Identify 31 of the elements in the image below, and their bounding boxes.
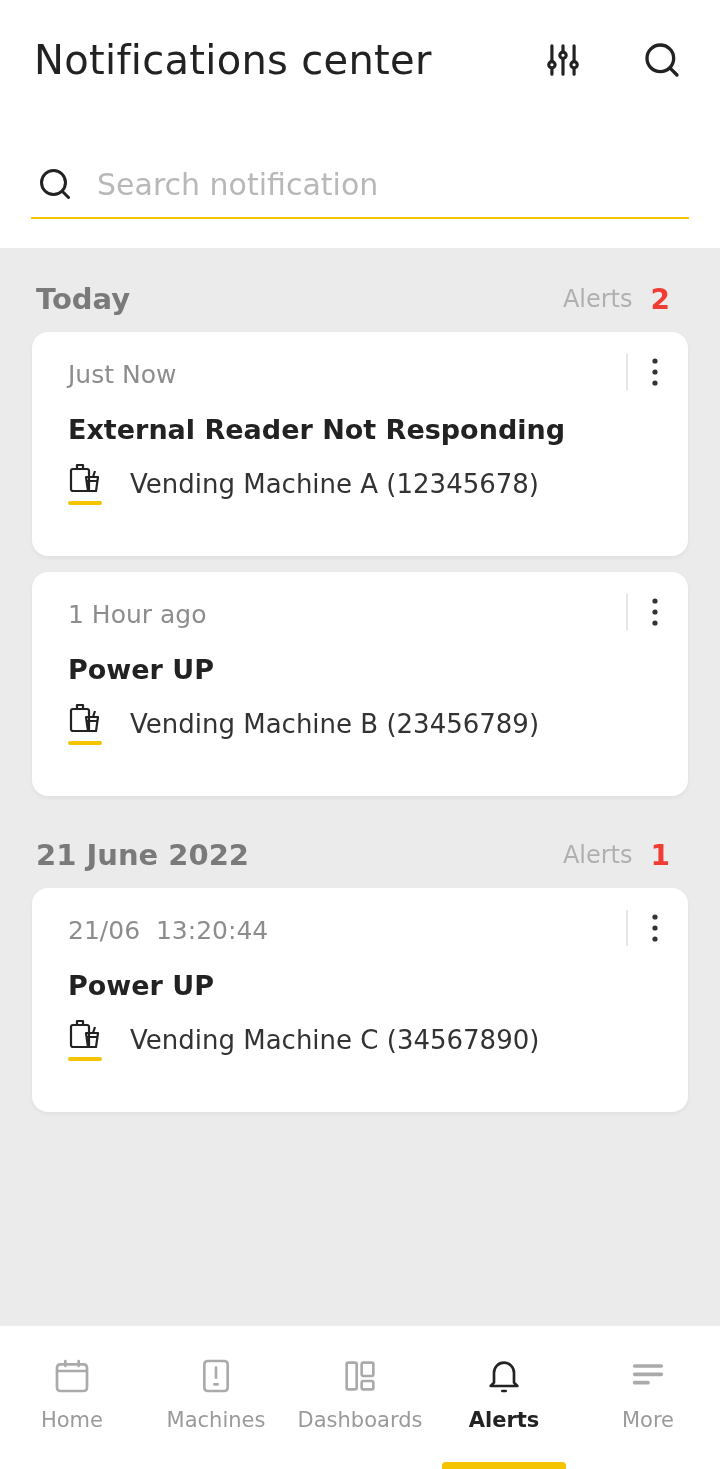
machine-underline bbox=[68, 741, 102, 745]
machine-underline bbox=[68, 501, 102, 505]
alerts-label: Alerts bbox=[562, 285, 633, 313]
notification-card[interactable]: 21/06 13:20:44 Power UP Vending Machine C (34567890) bbox=[32, 888, 688, 1112]
vending-icon bbox=[69, 703, 101, 733]
group-title: 21 June 2022 bbox=[36, 838, 250, 872]
notification-time: 1 Hour ago bbox=[68, 600, 207, 631]
nav-tab[interactable]: Alerts bbox=[432, 1356, 576, 1469]
notification-title: Power UP bbox=[68, 654, 216, 685]
alerts-label: Alerts bbox=[562, 841, 633, 869]
notification-time: Just Now bbox=[68, 360, 177, 391]
more-vertical-icon bbox=[652, 914, 658, 942]
alert-count: 2 bbox=[650, 282, 670, 316]
machine-name: Vending Machine A (12345678) bbox=[130, 469, 539, 499]
machine-name: Vending Machine C (34567890) bbox=[130, 1025, 540, 1055]
vending-icon bbox=[69, 1019, 101, 1049]
notification-title: Power UP bbox=[68, 970, 216, 1001]
alert-count: 1 bbox=[650, 838, 670, 872]
notification-time: 21/06 13:20:44 bbox=[68, 916, 269, 947]
more-vertical-icon bbox=[652, 598, 658, 626]
notification-title: External Reader Not Responding bbox=[68, 414, 567, 445]
search-icon bbox=[37, 166, 73, 202]
machine-name: Vending Machine B (23456789) bbox=[130, 709, 540, 739]
notification-card[interactable]: Just Now External Reader Not Responding Vending Machine A (12345678) bbox=[32, 332, 688, 556]
vending-icon bbox=[69, 463, 101, 493]
page-title: Notifications center bbox=[34, 36, 433, 83]
search-field[interactable]: Search notification bbox=[95, 165, 689, 203]
notification-card[interactable]: 1 Hour ago Power UP Vending Machine B (23456789) bbox=[32, 572, 688, 796]
more-vertical-icon bbox=[652, 358, 658, 386]
group-title: Today bbox=[36, 282, 132, 316]
machine-underline bbox=[68, 1057, 102, 1061]
